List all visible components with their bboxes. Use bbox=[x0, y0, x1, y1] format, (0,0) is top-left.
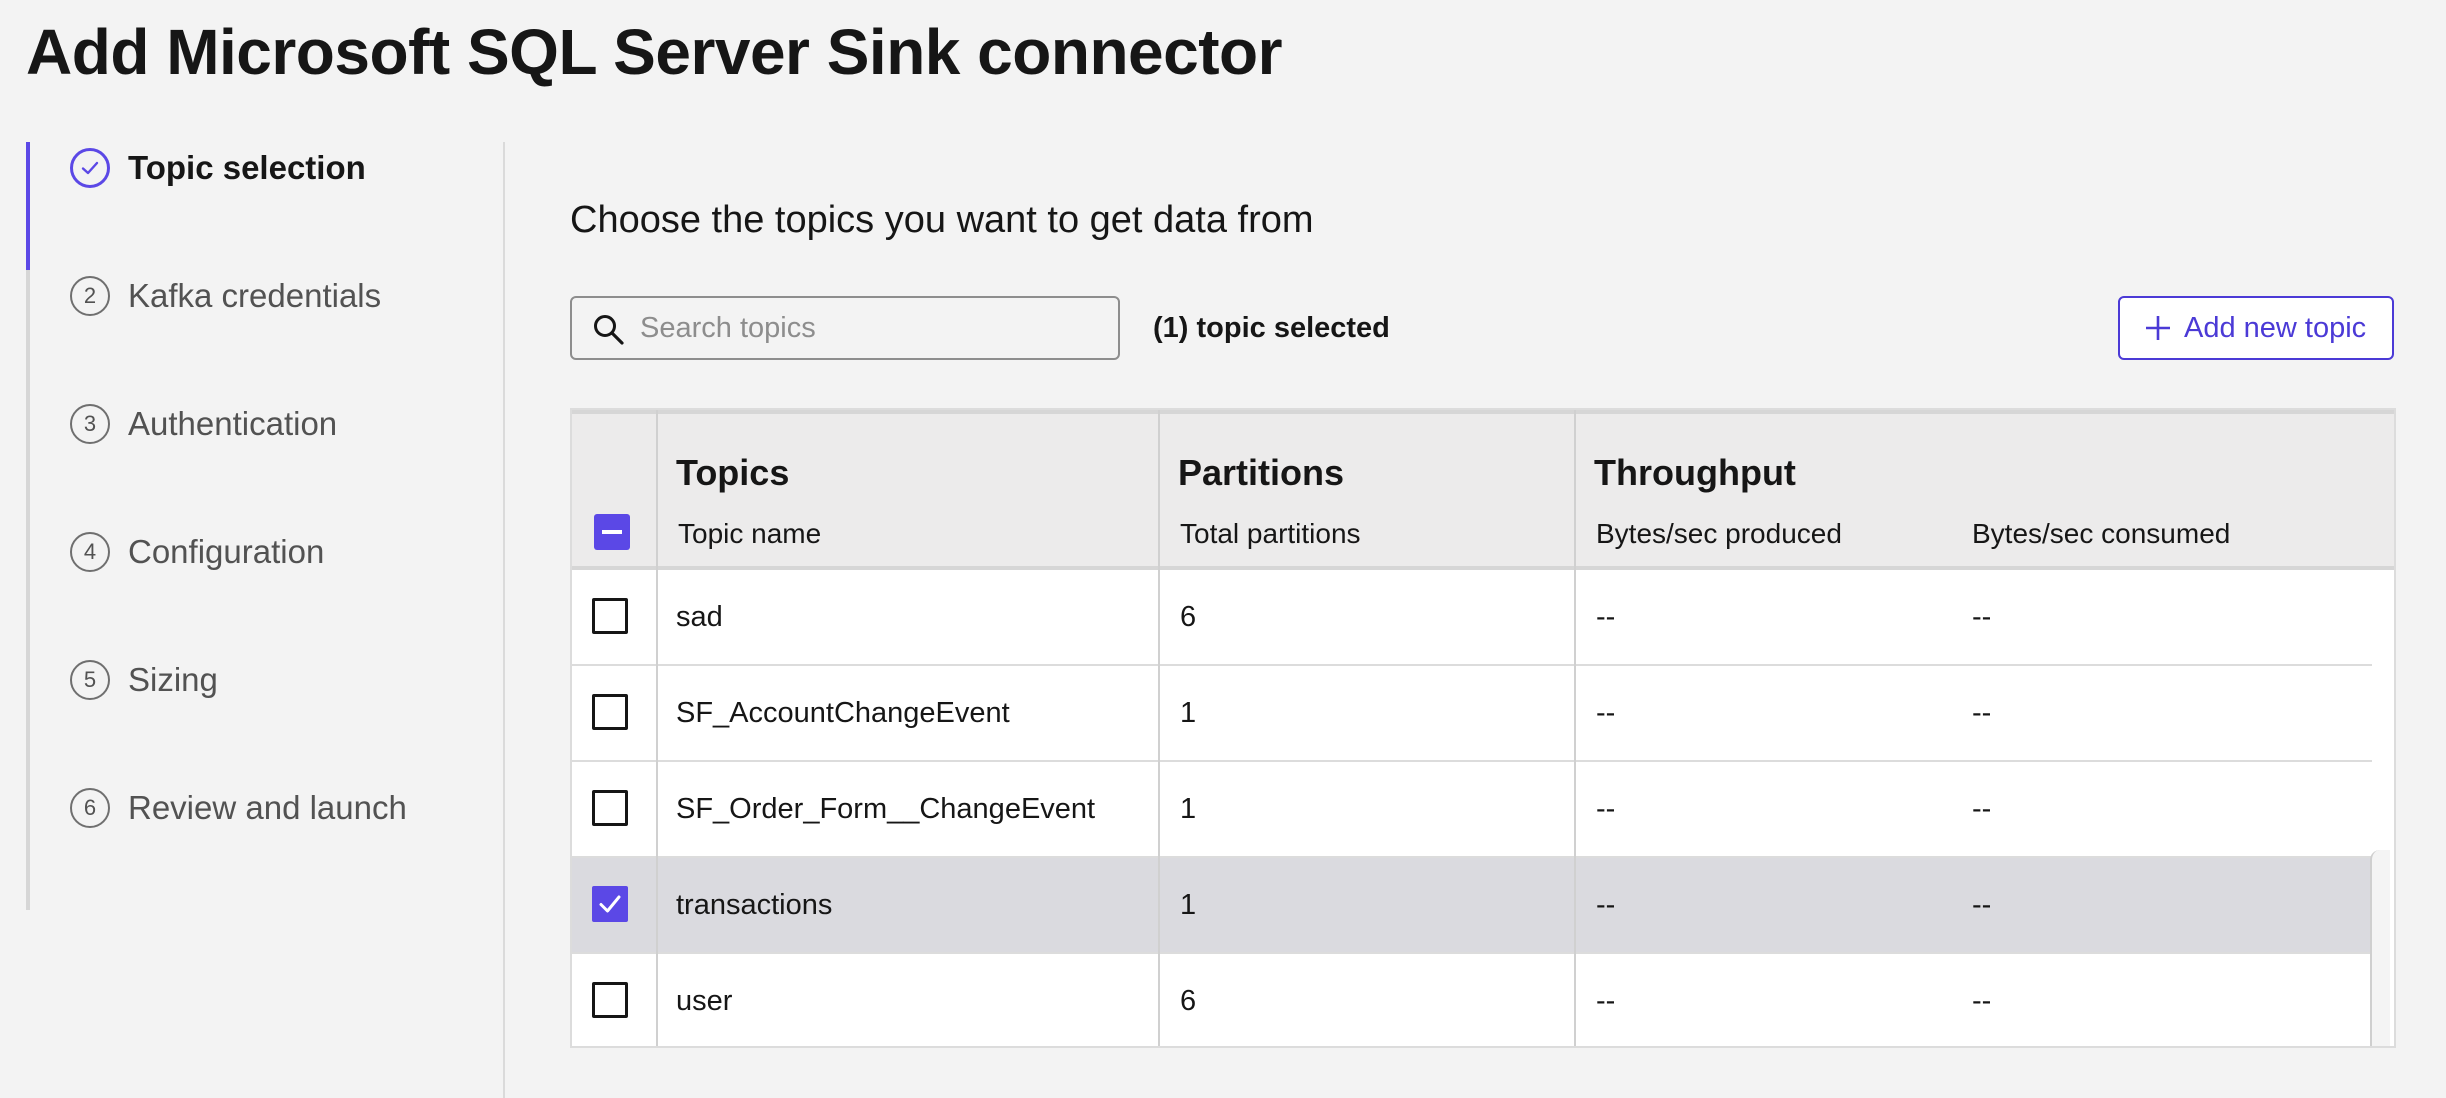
column-group-topics: Topics bbox=[676, 452, 790, 493]
cell-partitions: 1 bbox=[1180, 889, 1197, 921]
step-sizing[interactable]: 5 Sizing bbox=[26, 654, 486, 782]
step-label: Sizing bbox=[128, 661, 218, 698]
cell-bytes-consumed: -- bbox=[1972, 697, 1992, 729]
row-checkbox[interactable] bbox=[592, 694, 628, 730]
step-label: Kafka credentials bbox=[128, 277, 382, 314]
step-number-icon: 2 bbox=[70, 276, 110, 316]
step-configuration[interactable]: 4 Configuration bbox=[26, 526, 486, 654]
step-number-icon: 4 bbox=[70, 532, 110, 572]
step-label: Authentication bbox=[128, 405, 338, 442]
table-row[interactable]: SF_Order_Form__ChangeEvent 1 -- -- bbox=[572, 762, 2372, 858]
selected-count: (1) topic selected bbox=[1153, 312, 1390, 344]
search-input[interactable] bbox=[640, 298, 1100, 358]
column-header-total-partitions[interactable]: Total partitions bbox=[1180, 518, 1361, 550]
column-header-bytes-produced[interactable]: Bytes/sec produced bbox=[1596, 518, 1842, 550]
step-number-icon: 5 bbox=[70, 660, 110, 700]
checkmark-icon bbox=[599, 895, 621, 913]
search-box[interactable] bbox=[570, 296, 1120, 360]
step-label: Configuration bbox=[128, 533, 325, 570]
cell-partitions: 1 bbox=[1180, 793, 1197, 825]
row-checkbox[interactable] bbox=[592, 886, 628, 922]
cell-bytes-produced: -- bbox=[1596, 601, 1616, 633]
column-divider bbox=[1158, 410, 1160, 1046]
table-row[interactable]: SF_AccountChangeEvent 1 -- -- bbox=[572, 666, 2372, 762]
column-divider bbox=[656, 410, 658, 1046]
cell-partitions: 1 bbox=[1180, 697, 1197, 729]
column-group-partitions: Partitions bbox=[1178, 452, 1345, 493]
section-heading: Choose the topics you want to get data f… bbox=[570, 199, 1314, 241]
table-row[interactable]: sad 6 -- -- bbox=[572, 570, 2372, 666]
cell-bytes-produced: -- bbox=[1596, 889, 1616, 921]
column-header-topic-name[interactable]: Topic name bbox=[678, 518, 821, 550]
table-body: sad 6 -- -- SF_AccountChangeEvent 1 -- -… bbox=[572, 570, 2372, 1046]
column-header-bytes-consumed[interactable]: Bytes/sec consumed bbox=[1972, 518, 2230, 550]
row-checkbox[interactable] bbox=[592, 982, 628, 1018]
select-all-checkbox[interactable] bbox=[594, 514, 630, 550]
step-label: Topic selection bbox=[128, 149, 366, 186]
topics-table: Topics Partitions Throughput Topic name … bbox=[570, 408, 2396, 1048]
row-checkbox[interactable] bbox=[592, 598, 628, 634]
add-new-topic-label: Add new topic bbox=[2184, 311, 2367, 344]
table-row-selected[interactable]: transactions 1 -- -- bbox=[572, 858, 2372, 954]
cell-partitions: 6 bbox=[1180, 601, 1197, 633]
step-authentication[interactable]: 3 Authentication bbox=[26, 398, 486, 526]
cell-bytes-consumed: -- bbox=[1972, 793, 1992, 825]
cell-topic-name: SF_AccountChangeEvent bbox=[676, 697, 1010, 729]
step-kafka-credentials[interactable]: 2 Kafka credentials bbox=[26, 270, 486, 398]
step-label: Review and launch bbox=[128, 789, 407, 826]
cell-bytes-consumed: -- bbox=[1972, 601, 1992, 633]
cell-bytes-produced: -- bbox=[1596, 697, 1616, 729]
table-row[interactable]: user 6 -- -- bbox=[572, 954, 2372, 1046]
cell-topic-name: transactions bbox=[676, 889, 833, 921]
cell-topic-name: SF_Order_Form__ChangeEvent bbox=[676, 793, 1096, 825]
wizard-stepper: Topic selection 2 Kafka credentials 3 Au… bbox=[26, 142, 486, 910]
row-checkbox[interactable] bbox=[592, 790, 628, 826]
cell-bytes-produced: -- bbox=[1596, 793, 1616, 825]
step-topic-selection[interactable]: Topic selection bbox=[26, 142, 486, 270]
step-review-and-launch[interactable]: 6 Review and launch bbox=[26, 782, 486, 910]
step-number-icon: 6 bbox=[70, 788, 110, 828]
step-number-icon: 3 bbox=[70, 404, 110, 444]
cell-partitions: 6 bbox=[1180, 985, 1197, 1017]
page-title: Add Microsoft SQL Server Sink connector bbox=[26, 16, 1283, 88]
cell-bytes-consumed: -- bbox=[1972, 889, 1992, 921]
search-icon bbox=[592, 313, 626, 347]
column-group-throughput: Throughput bbox=[1594, 452, 1796, 493]
add-new-topic-button[interactable]: Add new topic bbox=[2118, 296, 2394, 360]
cell-topic-name: sad bbox=[676, 601, 723, 633]
column-divider bbox=[1574, 410, 1576, 1046]
checkmark-circle-icon bbox=[70, 148, 110, 188]
plus-icon bbox=[2144, 314, 2172, 342]
table-scrollbar[interactable] bbox=[2370, 850, 2390, 1046]
cell-bytes-consumed: -- bbox=[1972, 985, 1992, 1017]
cell-topic-name: user bbox=[676, 985, 733, 1017]
indeterminate-dash-icon bbox=[602, 530, 622, 534]
cell-bytes-produced: -- bbox=[1596, 985, 1616, 1017]
vertical-divider bbox=[503, 142, 505, 1098]
table-header: Topics Partitions Throughput Topic name … bbox=[572, 410, 2394, 570]
